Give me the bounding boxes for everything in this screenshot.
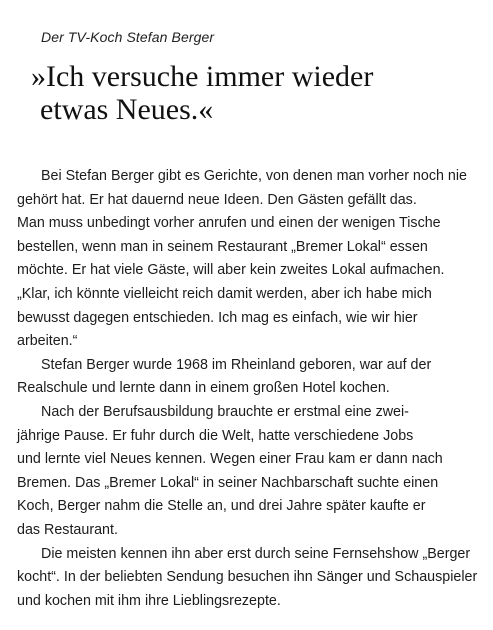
body-line: arbeiten.“: [17, 333, 78, 350]
body-line: Koch, Berger nahm die Stelle an, und dre…: [17, 498, 426, 515]
body-line: „Klar, ich könnte vielleicht reich damit…: [17, 285, 432, 302]
body-line: jährige Pause. Er fuhr durch die Welt, h…: [17, 427, 414, 444]
body-line: Man muss unbedingt vorher anrufen und ei…: [17, 215, 441, 232]
body-line: bewusst dagegen entschieden. Ich mag es …: [17, 309, 418, 326]
headline-line: »Ich versuche immer wieder: [31, 60, 374, 93]
body-line: Nach der Berufsausbildung brauchte er er…: [41, 403, 409, 420]
headline-line: etwas Neues.«: [40, 93, 214, 126]
body-line: und lernte viel Neues kennen. Wegen eine…: [17, 451, 443, 468]
body-line: gehört hat. Er hat dauernd neue Ideen. D…: [17, 191, 417, 208]
article-kicker: Der TV-Koch Stefan Berger: [41, 29, 215, 45]
body-line: das Restaurant.: [17, 521, 118, 538]
body-line: Die meisten kennen ihn aber erst durch s…: [41, 545, 471, 562]
body-line: bestellen, wenn man in seinem Restaurant…: [17, 238, 428, 255]
article-body: Bei Stefan Berger gibt es Gerichte, von …: [17, 165, 482, 613]
body-line: Bremen. Das „Bremer Lokal“ in seiner Nac…: [17, 474, 439, 491]
article-page: Der TV-Koch Stefan Berger »Ich versuche …: [0, 0, 493, 630]
body-line: Bei Stefan Berger gibt es Gerichte, von …: [41, 168, 467, 184]
body-line: Stefan Berger wurde 1968 im Rheinland ge…: [41, 356, 432, 373]
body-line: möchte. Er hat viele Gäste, will aber ke…: [17, 262, 445, 279]
article-headline: »Ich versuche immer wieder etwas Neues.«: [31, 60, 471, 126]
body-line: und kochen mit ihm ihre Lieblingsrezepte…: [17, 592, 281, 609]
body-line: Realschule und lernte dann in einem groß…: [17, 380, 390, 397]
body-line: kocht“. In der beliebten Sendung besuche…: [17, 569, 478, 586]
